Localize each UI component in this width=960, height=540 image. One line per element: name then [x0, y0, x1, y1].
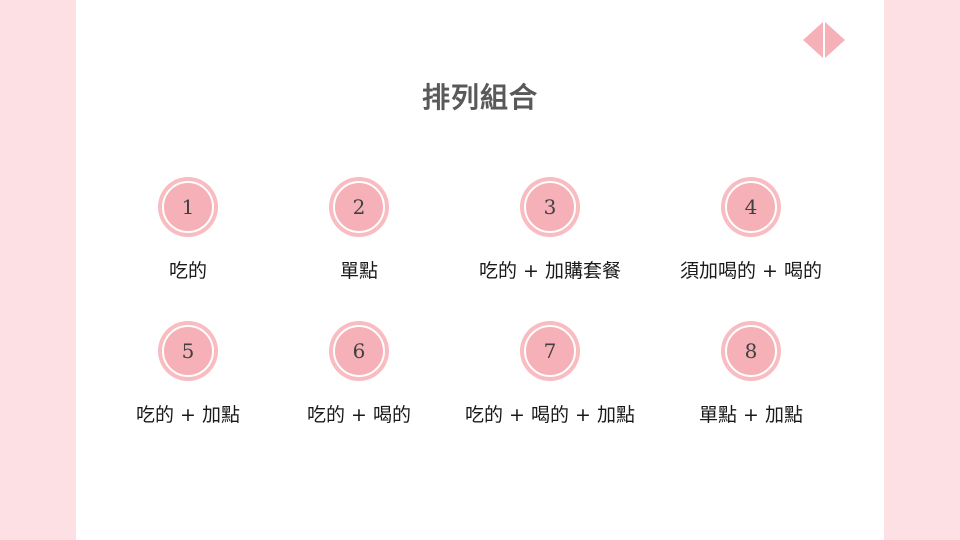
slide-title: 排列組合	[421, 81, 538, 114]
item-label: 須加喝的 + 喝的	[680, 260, 822, 282]
number-badge-label: 2	[333, 181, 385, 233]
number-badge-label: 4	[725, 181, 777, 233]
triangle-right-icon	[825, 22, 845, 58]
number-badge: 8	[721, 321, 781, 381]
triangle-left-icon	[803, 22, 823, 58]
number-badge: 1	[158, 177, 218, 237]
item-label: 單點 + 加點	[699, 404, 803, 426]
number-badge-label: 3	[524, 181, 576, 233]
number-badge: 6	[329, 321, 389, 381]
number-badge: 3	[520, 177, 580, 237]
number-badge: 5	[158, 321, 218, 381]
previous-slide-button[interactable]	[803, 22, 823, 58]
number-badge: 4	[721, 177, 781, 237]
number-badge: 2	[329, 177, 389, 237]
number-badge-label: 7	[524, 325, 576, 377]
number-badge-label: 8	[725, 325, 777, 377]
number-badge: 7	[520, 321, 580, 381]
number-badge-label: 5	[162, 325, 214, 377]
number-badge-label: 6	[333, 325, 385, 377]
next-slide-button[interactable]	[825, 22, 845, 58]
slide-navigation	[803, 22, 845, 58]
number-badge-label: 1	[162, 181, 214, 233]
